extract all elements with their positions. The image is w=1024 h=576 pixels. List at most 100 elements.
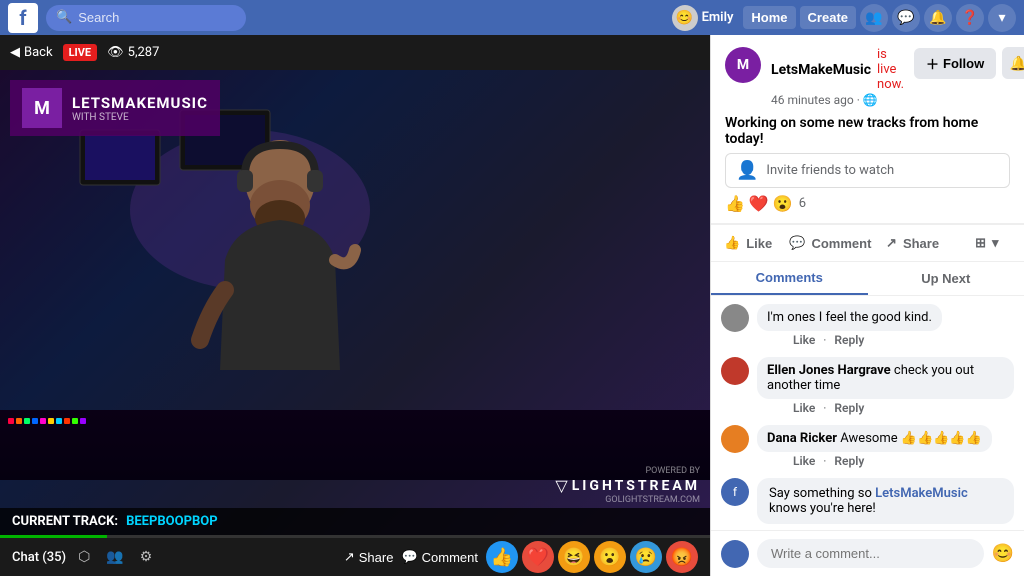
chat-tab: Chat (35): [12, 550, 66, 565]
video-progress-fill: [0, 535, 107, 538]
page-info-text: LetsMakeMusic is live now. 46 minutes ag…: [771, 47, 904, 107]
comment-like-link[interactable]: Like: [793, 333, 815, 347]
invite-friends-row[interactable]: 👤 Invite friends to watch: [725, 153, 1010, 188]
comment-input[interactable]: [757, 539, 984, 568]
search-icon: 🔍: [56, 10, 72, 25]
comment-item: I'm ones I feel the good kind. Like · Re…: [721, 304, 1014, 347]
like-icon: 👍: [724, 235, 740, 251]
comment-reply-link[interactable]: Reply: [834, 401, 864, 415]
user-name: Emily: [702, 10, 734, 25]
like-emoji: 👍: [725, 194, 745, 213]
video-scene-svg: [50, 90, 390, 410]
stream-logo: M: [22, 88, 62, 128]
sad-reaction-button[interactable]: 😢: [630, 541, 662, 573]
tab-comments[interactable]: Comments: [711, 262, 868, 295]
comment-label: Comment: [811, 236, 871, 251]
help-icon[interactable]: ❓: [956, 4, 984, 32]
wow-reaction-button[interactable]: 😮: [594, 541, 626, 573]
header-actions: ＋ Follow 🔔 •••: [914, 47, 1024, 79]
fb-logo-letter: f: [19, 6, 26, 30]
comment-action-button[interactable]: 💬 Comment: [785, 227, 875, 259]
page-name: LetsMakeMusic: [771, 62, 871, 78]
eye-icon: 👁: [107, 45, 124, 60]
chat-popout-icon[interactable]: ⬡: [74, 547, 94, 567]
more-reactions-button[interactable]: ⊞ ▾: [950, 227, 1024, 259]
main-content: ◀ Back LIVE 👁 5,287: [0, 35, 1024, 576]
system-message-item: f Say something so LetsMakeMusic knows y…: [721, 478, 1014, 524]
user-profile-button[interactable]: 😊 Emily: [666, 3, 740, 33]
share-button[interactable]: ↗ Share: [344, 549, 394, 565]
page-name-row: LetsMakeMusic is live now.: [771, 47, 904, 92]
comment-button[interactable]: 💬 Comment: [401, 549, 478, 565]
commenter-avatar: [721, 304, 749, 332]
search-input[interactable]: [78, 10, 236, 25]
comment-actions: Like · Reply: [793, 333, 942, 347]
invite-avatar-icon: 👤: [736, 160, 758, 181]
tab-up-next[interactable]: Up Next: [868, 262, 1024, 295]
chat-users-icon[interactable]: 👥: [102, 547, 127, 567]
avatar: 😊: [672, 5, 698, 31]
home-button[interactable]: Home: [743, 6, 795, 29]
angry-reaction-button[interactable]: 😡: [666, 541, 698, 573]
invite-text: Invite friends to watch: [766, 163, 894, 178]
video-panel: ◀ Back LIVE 👁 5,287: [0, 35, 710, 576]
share-action-button[interactable]: ↗ Share: [875, 227, 949, 259]
commenter-avatar: [721, 357, 749, 385]
create-button[interactable]: Create: [800, 6, 856, 29]
comment-reply-link[interactable]: Reply: [834, 454, 864, 468]
share-icon: ↗: [886, 235, 897, 251]
page-link[interactable]: LetsMakeMusic: [875, 486, 968, 501]
comment-reply-link[interactable]: Reply: [834, 333, 864, 347]
system-bubble: Say something so LetsMakeMusic knows you…: [757, 478, 1014, 524]
heart-reaction-button[interactable]: ❤️: [522, 541, 554, 573]
reaction-buttons: 👍 ❤️ 😆 😮 😢 😡: [486, 541, 698, 573]
comment-like-link[interactable]: Like: [793, 401, 815, 415]
friends-icon[interactable]: 👥: [860, 4, 888, 32]
video-container[interactable]: M LETSMAKEMUSIC WITH STEVE POWERED BY ▽ …: [0, 70, 710, 535]
video-top-bar: ◀ Back LIVE 👁 5,287: [0, 35, 710, 70]
notifications-icon[interactable]: 🔔: [924, 4, 952, 32]
chevron-down-icon: ▾: [992, 235, 999, 251]
follow-button[interactable]: ＋ Follow: [914, 48, 996, 79]
chat-settings-icon[interactable]: ⚙: [136, 547, 157, 567]
back-button[interactable]: ◀ Back: [10, 45, 53, 60]
emoji-picker-button[interactable]: 😊: [992, 543, 1014, 564]
comments-area[interactable]: I'm ones I feel the good kind. Like · Re…: [711, 296, 1024, 530]
share-label: Share: [359, 550, 394, 565]
commenter-name: Dana Ricker: [767, 431, 837, 446]
commenter-avatar: [721, 425, 749, 453]
current-track-name: BEEPBOOPBOP: [126, 514, 218, 529]
system-text-before: Say something so: [769, 486, 875, 501]
stream-title: LETSMAKEMUSIC: [72, 94, 208, 112]
lightstream-logo: LIGHTSTREAM: [572, 478, 700, 494]
like-action-button[interactable]: 👍 Like: [711, 227, 785, 259]
haha-reaction-button[interactable]: 😆: [558, 541, 590, 573]
comment-text: Awesome 👍👍👍👍👍: [840, 431, 982, 446]
video-bottom-bar: Chat (35) ⬡ 👥 ⚙ ↗ Share 💬 Comment 👍 ❤️ 😆…: [0, 538, 710, 576]
like-reaction-button[interactable]: 👍: [486, 541, 518, 573]
comment-icon: 💬: [401, 549, 417, 565]
current-track-label: CURRENT TRACK:: [12, 514, 118, 529]
stream-brand-overlay: M LETSMAKEMUSIC WITH STEVE: [10, 80, 220, 136]
viewer-number: 5,287: [128, 45, 160, 60]
live-badge: LIVE: [63, 44, 98, 61]
reactions-summary-row: 👍 ❤️ 😮 6: [725, 194, 1010, 213]
video-background: M LETSMAKEMUSIC WITH STEVE POWERED BY ▽ …: [0, 70, 710, 535]
search-bar[interactable]: 🔍: [46, 5, 246, 31]
comment-like-link[interactable]: Like: [793, 454, 815, 468]
comment-text: I'm ones I feel the good kind.: [767, 310, 932, 325]
top-navigation: f 🔍 😊 Emily Home Create 👥 💬 🔔 ❓ ▾: [0, 0, 1024, 35]
page-info: M LetsMakeMusic is live now. 46 minutes …: [725, 47, 1010, 107]
chat-label: Chat (35): [12, 550, 66, 565]
follow-icon: ＋: [926, 54, 939, 73]
share-icon: ↗: [344, 549, 355, 565]
comment-actions: Like · Reply: [793, 401, 1014, 415]
account-menu-icon[interactable]: ▾: [988, 4, 1016, 32]
notification-button[interactable]: 🔔: [1002, 47, 1024, 79]
stream-subtitle: WITH STEVE: [72, 112, 208, 123]
comment-item: Dana Ricker Awesome 👍👍👍👍👍 Like · Reply: [721, 425, 1014, 468]
video-progress-bar[interactable]: [0, 535, 710, 538]
messenger-icon[interactable]: 💬: [892, 4, 920, 32]
share-label: Share: [903, 236, 939, 251]
commenter-name: Ellen Jones Hargrave: [767, 363, 891, 378]
